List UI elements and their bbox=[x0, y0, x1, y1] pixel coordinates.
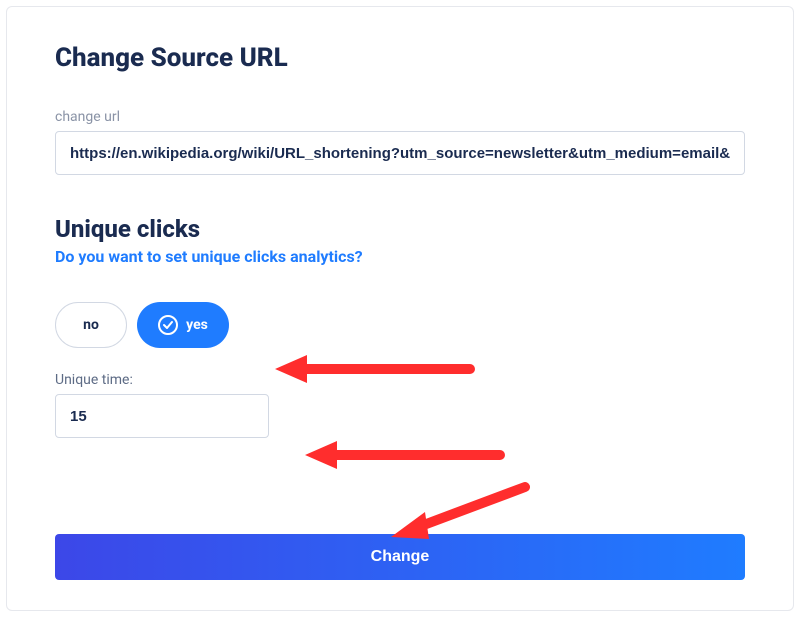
change-label: Change bbox=[371, 548, 430, 565]
annotation-arrow-icon bbox=[305, 435, 505, 475]
unique-time-label: Unique time: bbox=[55, 372, 745, 388]
unique-clicks-prompt: Do you want to set unique clicks analyti… bbox=[55, 247, 745, 266]
url-label: change url bbox=[55, 109, 745, 125]
unique-clicks-heading: Unique clicks bbox=[55, 215, 745, 243]
yes-label: yes bbox=[186, 317, 208, 333]
unique-toggle-row: no yes bbox=[55, 302, 745, 348]
check-circle-icon bbox=[158, 315, 178, 335]
no-button[interactable]: no bbox=[55, 302, 127, 348]
page-title: Change Source URL bbox=[55, 43, 745, 73]
yes-button[interactable]: yes bbox=[137, 302, 229, 348]
url-input[interactable] bbox=[55, 131, 745, 175]
change-button[interactable]: Change bbox=[55, 534, 745, 580]
form-card: Change Source URL change url Unique clic… bbox=[6, 6, 794, 611]
no-label: no bbox=[83, 317, 99, 333]
unique-time-input[interactable] bbox=[55, 394, 269, 438]
